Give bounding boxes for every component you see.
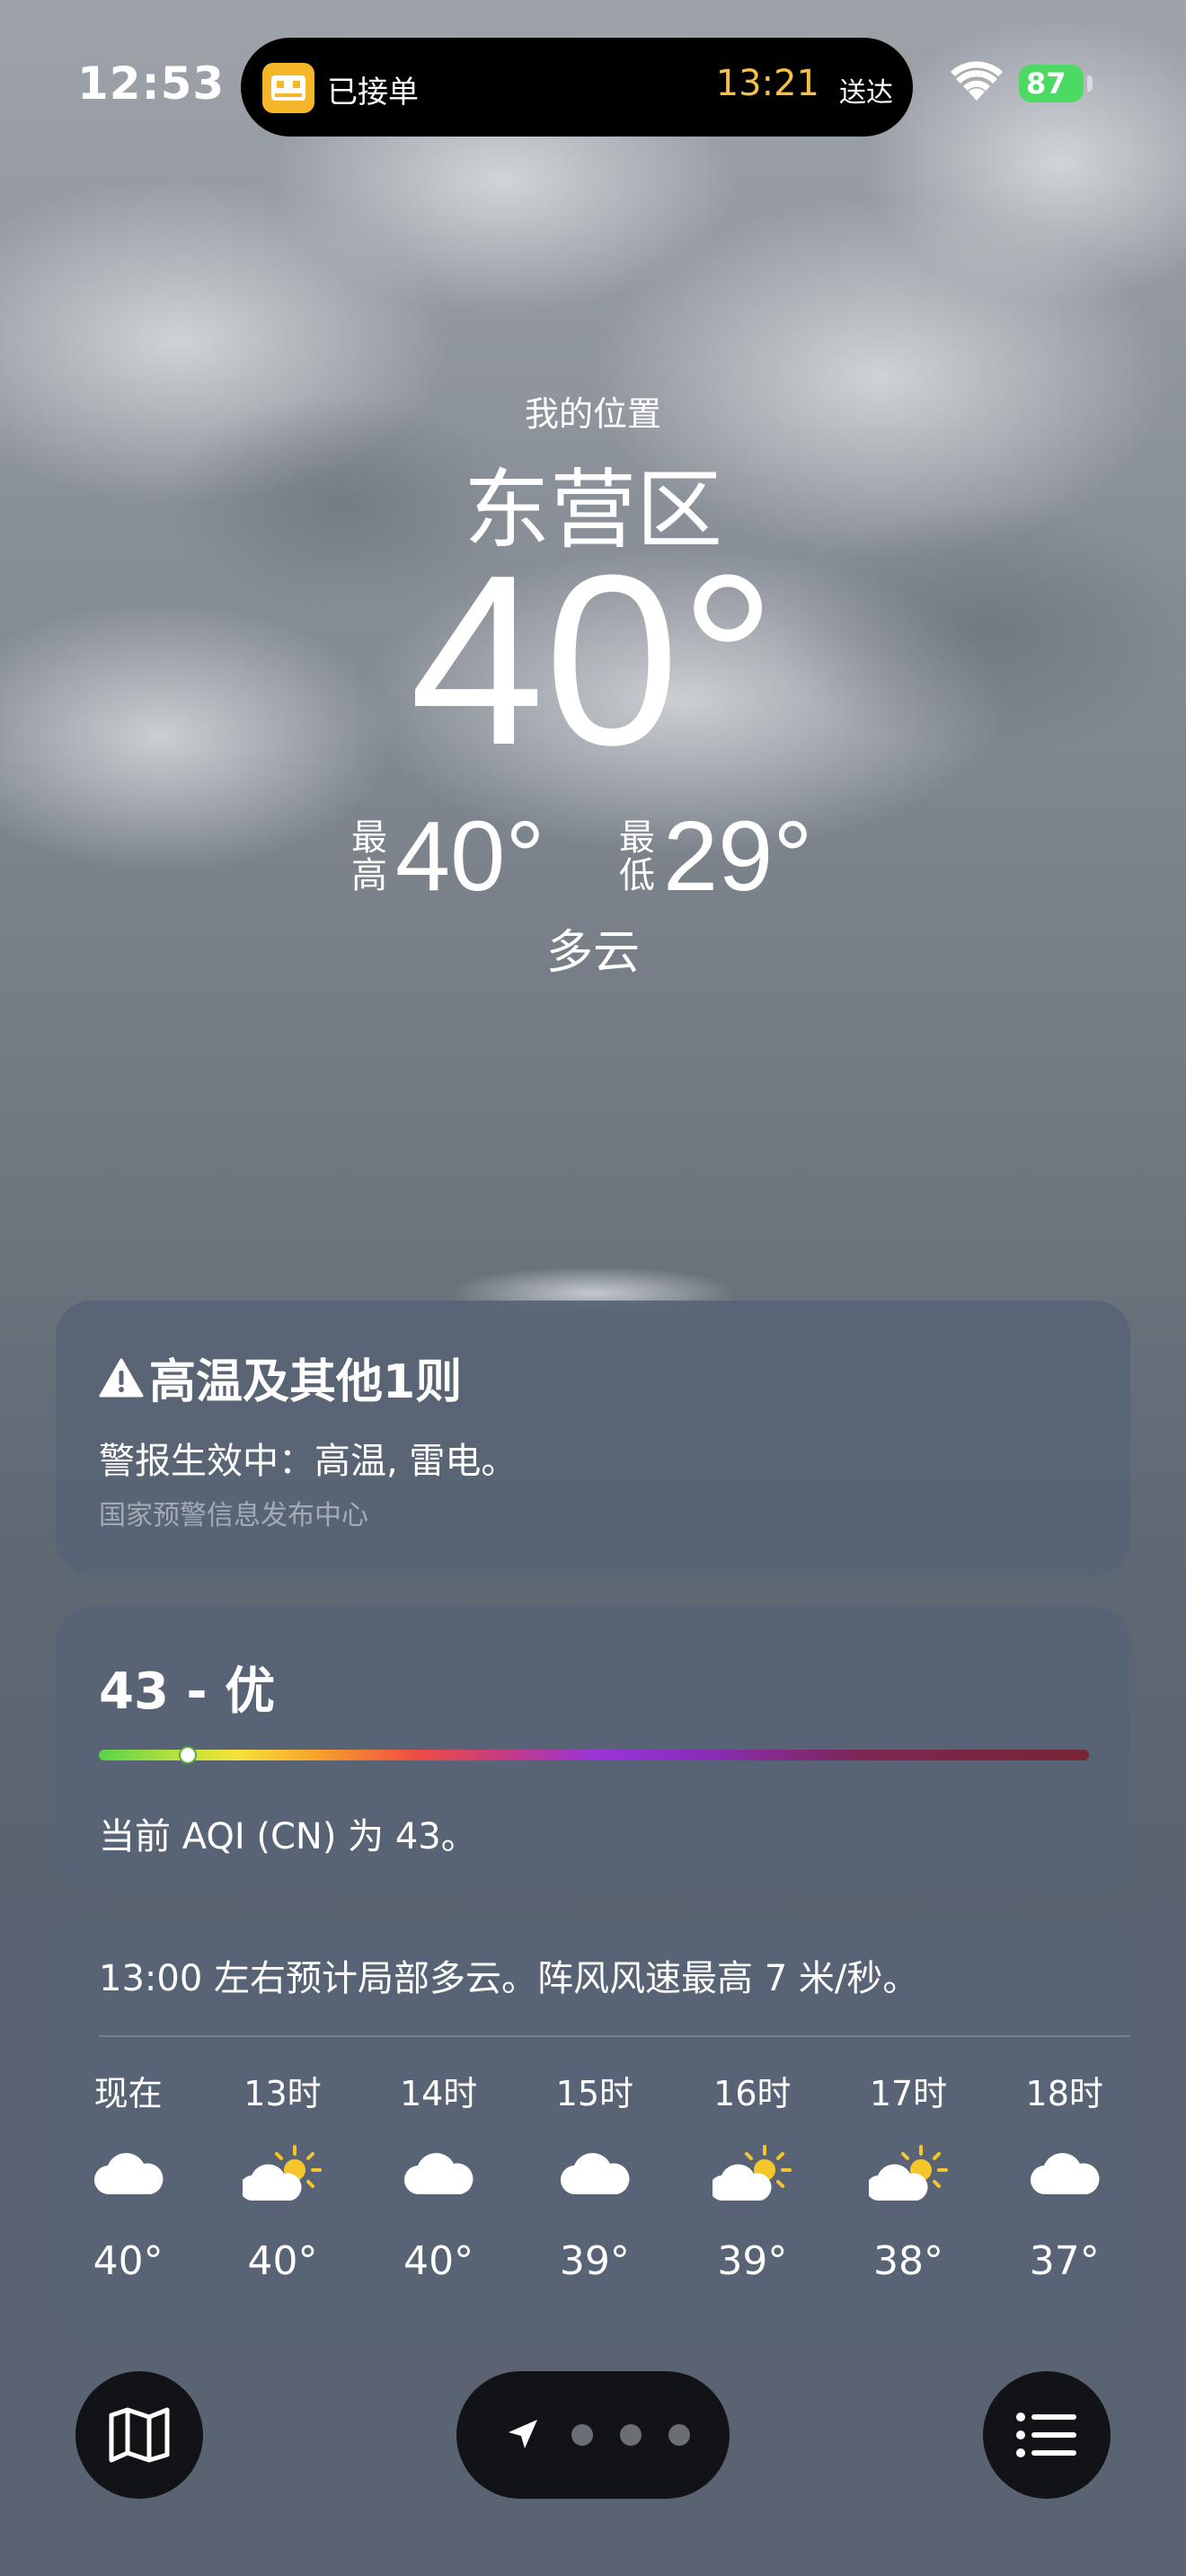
hour-temperature: 37° — [1029, 2238, 1100, 2284]
low-value: 29° — [663, 801, 813, 912]
hourly-item: 16时 39° — [689, 2066, 815, 2284]
map-button[interactable] — [75, 2371, 203, 2499]
hourly-forecast-card[interactable]: 13:00 左右预计局部多云。阵风风速最高 7 米/秒。 现在 40° 13时 40°… — [56, 1922, 1130, 2344]
battery-indicator: 87 — [1019, 65, 1084, 102]
hour-temperature: 39° — [559, 2238, 630, 2284]
low-temperature: 最低 29° — [618, 799, 812, 913]
hour-label: 13时 — [243, 2074, 322, 2113]
list-icon — [1016, 2413, 1076, 2457]
hour-label: 17时 — [869, 2074, 948, 2113]
hour-label: 16时 — [713, 2074, 792, 2113]
cloud-icon — [376, 2120, 501, 2228]
high-value: 40° — [395, 801, 545, 912]
partly-sunny-icon — [219, 2120, 345, 2228]
hourly-item: 15时 39° — [532, 2066, 658, 2284]
hour-label: 14时 — [399, 2074, 478, 2113]
hourly-item: 14时 40° — [376, 2066, 501, 2284]
air-quality-card[interactable]: 43 - 优 当前 AQI (CN) 为 43。 — [56, 1606, 1130, 1892]
cloud-icon — [66, 2120, 191, 2228]
location-label: 我的位置 — [524, 394, 661, 434]
hour-temperature: 40° — [403, 2238, 474, 2284]
high-label: 最高 — [351, 816, 387, 896]
partly-sunny-icon — [689, 2120, 815, 2228]
current-temperature: 40° — [409, 525, 777, 796]
alert-source: 国家预警信息发布中心 — [99, 1500, 368, 1531]
alert-title-text: 高温及其他1则 — [149, 1355, 463, 1409]
location-pager[interactable] — [456, 2371, 730, 2499]
aqi-scale-marker — [179, 1746, 198, 1764]
cloud-icon — [532, 2120, 658, 2228]
location-list-button[interactable] — [983, 2371, 1111, 2499]
live-activity-eta-time: 13:21 — [715, 63, 819, 104]
wifi-icon — [951, 61, 1003, 101]
hour-temperature: 40° — [247, 2238, 318, 2284]
battery-percentage: 87 — [1026, 66, 1067, 101]
cloud-icon — [1002, 2120, 1128, 2228]
hour-label: 18时 — [1025, 2074, 1103, 2113]
low-label: 最低 — [619, 816, 655, 896]
page-dot[interactable] — [620, 2424, 642, 2446]
hour-temperature: 38° — [873, 2238, 944, 2284]
weather-condition: 多云 — [545, 926, 640, 980]
alert-description: 警报生效中：高温, 雷电。 — [99, 1441, 518, 1482]
delivery-app-icon — [262, 63, 314, 113]
warning-triangle-icon — [99, 1358, 144, 1397]
weather-alert-card[interactable]: 高温及其他1则 警报生效中：高温, 雷电。 国家预警信息发布中心 — [56, 1301, 1130, 1575]
status-bar-time: 12:53 — [77, 57, 226, 110]
dynamic-island-live-activity[interactable]: 已接单 13:21 送达 — [241, 38, 913, 137]
hourly-item: 17时 38° — [845, 2066, 971, 2284]
hour-label: 15时 — [555, 2074, 633, 2113]
hour-temperature: 40° — [93, 2238, 164, 2284]
hourly-item: 18时 37° — [1002, 2066, 1128, 2284]
live-activity-status: 已接单 — [327, 75, 419, 110]
hourly-item: 13时 40° — [219, 2066, 345, 2284]
location-arrow-icon — [509, 2420, 537, 2448]
aqi-scale-bar — [99, 1750, 1089, 1760]
page-dot[interactable] — [571, 2424, 593, 2446]
hourly-summary: 13:00 左右预计局部多云。阵风风速最高 7 米/秒。 — [99, 1958, 919, 1999]
live-activity-eta-label: 送达 — [839, 77, 893, 109]
page-dot[interactable] — [668, 2424, 690, 2446]
aqi-description: 当前 AQI (CN) 为 43。 — [99, 1816, 477, 1857]
aqi-value: 43 - 优 — [99, 1663, 276, 1721]
hour-label: 现在 — [93, 2074, 163, 2113]
hourly-item: 现在 40° — [66, 2066, 191, 2284]
divider — [99, 2035, 1130, 2037]
partly-sunny-icon — [845, 2120, 971, 2228]
map-icon — [109, 2407, 170, 2463]
high-temperature: 最高 40° — [350, 799, 544, 913]
alert-title: 高温及其他1则 — [99, 1344, 462, 1411]
hour-temperature: 39° — [717, 2238, 788, 2284]
battery-cap — [1087, 75, 1093, 92]
